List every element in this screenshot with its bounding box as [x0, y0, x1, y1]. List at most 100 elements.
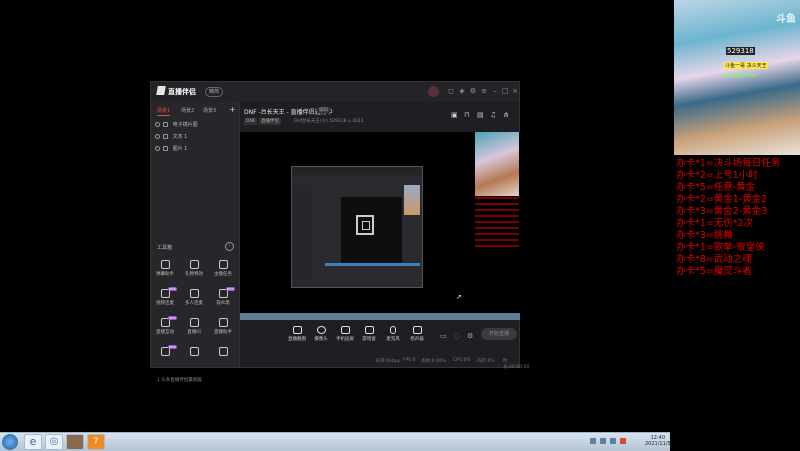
eye-icon[interactable]	[155, 122, 160, 127]
game-character-overlay: 斗鱼 529318 斗鱼一哥 决斗天王 全场满级 MAX	[674, 0, 800, 155]
source-label: 文本 1	[172, 134, 188, 140]
stat-cpu: CPU:0%	[453, 358, 471, 363]
game-window-button[interactable]: 游戏窗	[358, 326, 380, 342]
skin-icon[interactable]: ◈	[458, 87, 466, 95]
source-item[interactable]: 图片 1	[155, 144, 187, 154]
tab-scene-1[interactable]: 场景1	[157, 107, 171, 116]
tool-room[interactable]: 直播间	[182, 318, 206, 340]
timer-icon[interactable]: ◌	[454, 332, 460, 340]
feedback-icon[interactable]: ◻	[447, 87, 455, 95]
camera-icon	[316, 326, 326, 334]
source-item[interactable]: 电子镜片图	[155, 120, 198, 130]
settings-icon[interactable]: ⚙	[467, 332, 473, 340]
record-icon[interactable]: ▭	[440, 332, 447, 340]
multi-call-icon	[189, 289, 199, 298]
tool-audience[interactable]: NEW 观众席	[211, 287, 235, 311]
task-item: 办卡*2=上号1小时	[676, 170, 758, 181]
menu-icon[interactable]: ≡	[480, 87, 488, 95]
bell-icon[interactable]: ♫	[490, 112, 497, 119]
title-label: 斗鱼一哥 决斗天王	[724, 62, 768, 69]
camera-button[interactable]: 摄像头	[310, 326, 332, 342]
start-live-button[interactable]: 开始直播	[481, 328, 517, 340]
category-tag[interactable]: 直播伴侣	[259, 118, 281, 125]
version-badge[interactable]: 精简	[205, 87, 224, 97]
preview-screen-capture	[291, 166, 423, 288]
mic-button[interactable]: 麦克风	[382, 326, 404, 342]
version-hint[interactable]: 1 头条直播伴侣最新版	[157, 377, 202, 383]
eye-icon[interactable]	[155, 134, 160, 139]
platform-watermark: 斗鱼	[776, 14, 796, 25]
task-item: 办卡*2=黄金1-黄金2	[676, 194, 768, 205]
add-scene-button[interactable]: +	[229, 105, 236, 114]
lock-icon[interactable]	[163, 134, 168, 139]
screenshot-button[interactable]: 直播截图	[286, 326, 308, 342]
tool-video-call[interactable]: NEW 视频连麦	[153, 287, 177, 311]
eye-icon[interactable]	[155, 146, 160, 151]
task-overlay-thumbnail	[475, 197, 519, 257]
tool-task[interactable]: 主播任务	[211, 260, 235, 282]
toolbox-more-icon[interactable]: ›	[225, 242, 234, 251]
start-button[interactable]	[2, 434, 18, 450]
task-item: 办卡*5=魔灵斗者	[676, 266, 752, 277]
system-clock[interactable]: 12:40 2021/11/5	[645, 435, 671, 447]
tab-scene-3[interactable]: 场景3	[203, 107, 216, 114]
browser-icon[interactable]: ◎	[45, 434, 63, 450]
stat-bitrate: 码率:0kbps	[376, 359, 401, 364]
tray-icon[interactable]	[590, 438, 596, 444]
triangle-icon	[218, 347, 228, 356]
network-icon[interactable]	[600, 438, 606, 444]
close-icon[interactable]: ×	[511, 87, 519, 95]
streamer-icon[interactable]: ?	[87, 434, 105, 450]
share-screen-icon[interactable]: ▣	[451, 112, 458, 119]
gear-icon[interactable]: ⚙	[469, 87, 477, 95]
notification-icon[interactable]	[620, 438, 626, 444]
tab-scene-2[interactable]: 场景2	[181, 107, 194, 114]
app-titlebar: 直播伴侣 精简 ◻ ◈ ⚙ ≡ – □ ×	[151, 82, 519, 102]
task-item: 办卡*3=跳舞	[676, 230, 733, 241]
source-label: 图片 1	[172, 146, 188, 152]
lock-icon[interactable]: ⊓	[464, 112, 471, 119]
lock-icon[interactable]	[163, 122, 168, 127]
tool-pk[interactable]: NEW	[153, 345, 177, 359]
volume-icon[interactable]	[610, 438, 616, 444]
lock-icon[interactable]	[163, 146, 168, 151]
tool-rocket[interactable]	[182, 347, 206, 359]
minimize-icon[interactable]: –	[491, 87, 499, 95]
gift-icon	[189, 260, 199, 269]
live-companion-window: 直播伴侣 精简 ◻ ◈ ⚙ ≡ – □ × 场景1 场景2 场景3 + 电子镜片…	[150, 81, 529, 383]
level-label: 全场满级 MAX	[724, 73, 757, 79]
phone-cast-button[interactable]: 手机投屏	[334, 326, 356, 342]
category-tag[interactable]: DNF	[244, 118, 258, 125]
maximize-icon[interactable]: □	[501, 87, 509, 95]
more-icon[interactable]: ▤	[477, 112, 484, 119]
tool-multi-call[interactable]: 多人连麦	[182, 289, 206, 311]
task-item: 办卡*5=任意-黄金	[676, 182, 756, 193]
stat-fps: FPS:0	[403, 358, 416, 363]
clock-date: 2021/11/5	[645, 441, 671, 447]
stat-memory: 内存:0%	[477, 359, 495, 364]
tool-interact[interactable]: NEW 直播互动	[153, 316, 177, 340]
tool-triangle[interactable]	[211, 347, 235, 359]
user-avatar[interactable]	[428, 86, 439, 97]
preview-taskbar	[240, 313, 520, 320]
game-icon[interactable]	[66, 434, 84, 450]
game-icon	[364, 326, 374, 334]
tool-assistant[interactable]: 直播助手	[211, 318, 235, 340]
task-icon	[218, 260, 228, 269]
stat-drop: 丢帧:0.00%	[421, 359, 446, 364]
source-item[interactable]: 文本 1	[155, 132, 187, 142]
danmaku-icon	[160, 260, 170, 269]
source-label: 电子镜片图	[172, 122, 198, 128]
ie-icon[interactable]: e	[24, 434, 42, 450]
speaker-button[interactable]: 扬声器	[406, 326, 428, 342]
edit-title-button[interactable]: 编辑	[317, 107, 330, 113]
task-item: 办卡*8=武动之魂	[676, 254, 752, 265]
room-number: 529318	[726, 47, 755, 55]
room-info: Dnf台长天王(小) 529318 ⌂ 2611	[294, 119, 364, 124]
game-capture-thumbnail	[475, 132, 519, 196]
tool-danmaku[interactable]: 弹幕助手	[153, 260, 177, 282]
tool-gift[interactable]: 礼物特效	[182, 260, 206, 282]
task-item: 办卡*1=决斗场每日任务	[676, 158, 781, 169]
share-icon[interactable]: ⋔	[503, 112, 510, 119]
mic-icon	[390, 326, 396, 334]
